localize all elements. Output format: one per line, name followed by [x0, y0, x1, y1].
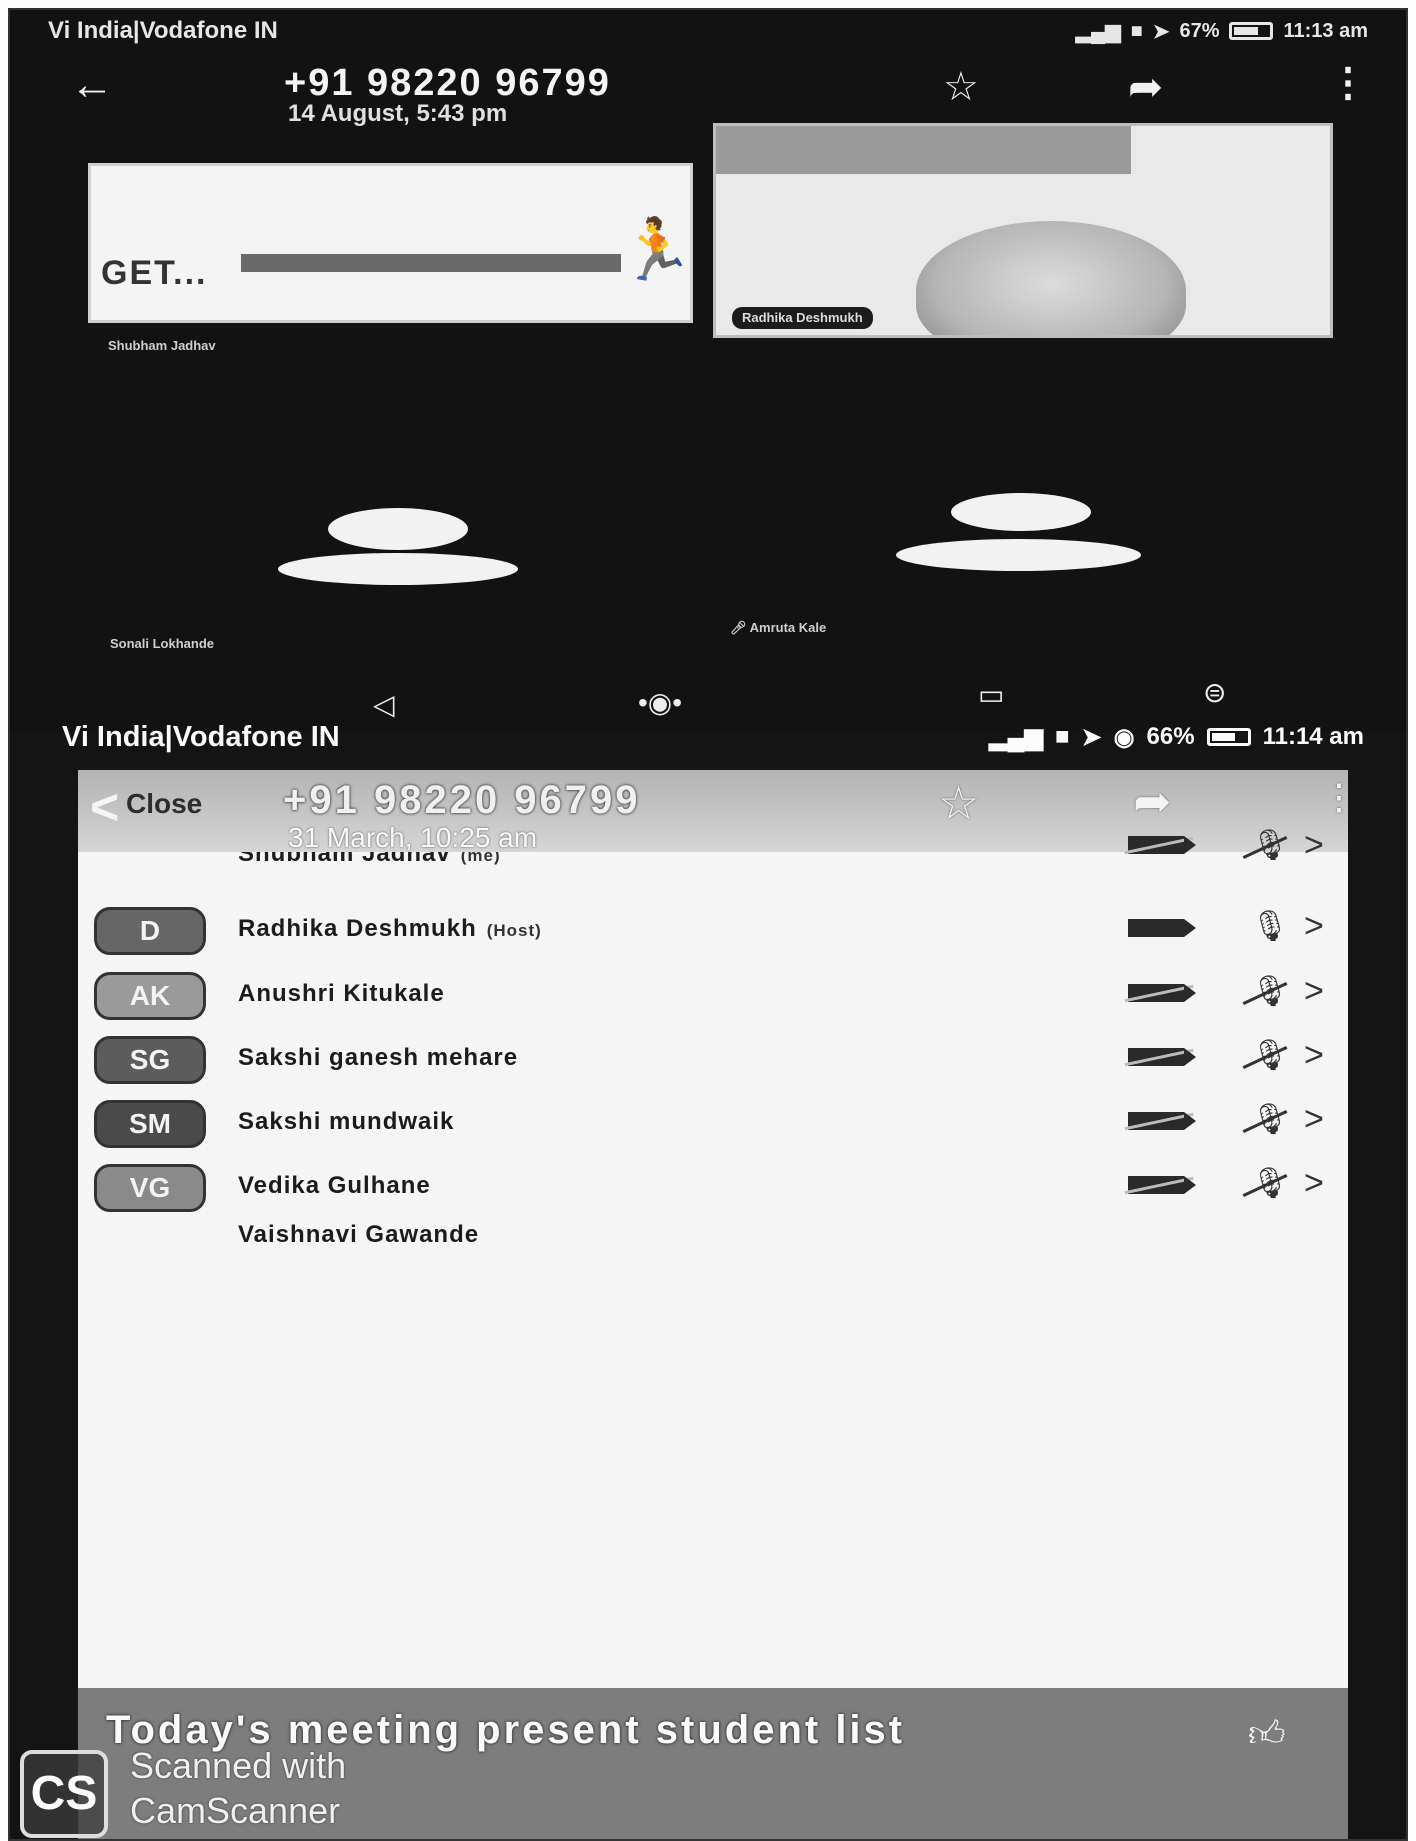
logo-bar — [241, 254, 621, 272]
participant-name: Radhika Deshmukh (Host) — [238, 915, 542, 942]
participant-name: Sakshi mundwaik — [238, 1108, 455, 1135]
participant-row[interactable]: AK Anushri Kitukale 🎙︎ > — [78, 972, 1348, 1030]
nav-home-icon[interactable]: •◉• — [638, 686, 682, 719]
watermark-line1: Scanned with — [130, 1745, 347, 1786]
video-call-screen: Vi India|Vodafone IN ▂▄▆ ■ ➤ 67% 11:13 a… — [8, 8, 1408, 733]
status-bar: Vi India|Vodafone IN ▂▄▆ ■ ➤ ◉ 66% 11:14… — [0, 720, 1416, 754]
avatar-head — [951, 493, 1091, 531]
avatar: SG — [94, 1036, 206, 1084]
chevron-right-icon[interactable]: > — [1304, 1036, 1324, 1075]
participant-name: Vedika Gulhane — [238, 1172, 431, 1199]
tile-name-radhika: Radhika Deshmukh — [732, 307, 873, 329]
status-icons: ▂▄▆ ■ ➤ 67% 11:13 am — [1076, 19, 1368, 44]
video-off-icon[interactable] — [1128, 1112, 1196, 1130]
share-arrow-icon[interactable]: ➦ — [1133, 774, 1172, 828]
battery-percent: 67% — [1179, 19, 1220, 42]
avatar-body — [896, 539, 1141, 571]
participant-row[interactable]: Vaishnavi Gawande — [78, 1213, 1348, 1271]
battery-icon — [1229, 22, 1274, 40]
mic-off-icon[interactable]: 🎙︎ — [1251, 1166, 1289, 1201]
tile-name-sonali: Sonali Lokhande — [110, 636, 215, 651]
mic-off-icon: 🎤︎ — [730, 620, 750, 635]
avatar: SM — [94, 1100, 206, 1148]
camscanner-logo: CS — [20, 1750, 108, 1838]
participant-row[interactable]: SM Sakshi mundwaik 🎙︎ > — [78, 1100, 1348, 1158]
watermark-line2: CamScanner — [130, 1790, 341, 1831]
chevron-right-icon[interactable]: > — [1304, 826, 1324, 865]
host-tag: (Host) — [486, 921, 542, 940]
video-off-icon[interactable] — [1128, 836, 1196, 854]
participant-row[interactable]: D Radhika Deshmukh (Host) 🎙︎ > — [78, 907, 1348, 965]
headset-icon: ◉ — [1113, 723, 1135, 751]
video-on-icon[interactable] — [1128, 919, 1196, 937]
clock: 11:14 am — [1262, 723, 1364, 750]
video-off-icon[interactable] — [1128, 1176, 1196, 1194]
avatar: AK — [94, 972, 206, 1020]
nav-recents-icon[interactable]: ▭ — [978, 678, 1004, 711]
mic-off-icon[interactable]: 🎙︎ — [1251, 1038, 1289, 1073]
avatar: VG — [94, 1164, 206, 1212]
nav-back-icon[interactable]: ◁ — [373, 688, 395, 721]
participant-name: Vaishnavi Gawande — [238, 1221, 480, 1248]
signal-icon: ▂▄▆ — [989, 723, 1043, 751]
telegram-icon: ➤ — [1081, 723, 1102, 751]
video-tile-radhika[interactable]: Radhika Deshmukh — [713, 123, 1333, 338]
carrier-label: Vi India|Vodafone IN — [62, 720, 340, 753]
mic-off-icon[interactable]: 🎙︎ — [1251, 1102, 1289, 1137]
thumbs-up-icon: 👍︎ — [1248, 1713, 1286, 1754]
avatar: D — [94, 907, 206, 955]
chevron-right-icon[interactable]: > — [1304, 907, 1324, 946]
kebab-menu-icon[interactable]: ⋮ — [1321, 776, 1348, 818]
video-off-icon[interactable] — [1128, 984, 1196, 1002]
carrier-label: Vi India|Vodafone IN — [48, 17, 278, 44]
star-icon[interactable]: ☆ — [943, 64, 979, 110]
scanned-page: Vi India|Vodafone IN ▂▄▆ ■ ➤ 67% 11:13 a… — [0, 0, 1416, 1841]
avatar-body — [278, 553, 518, 585]
participant-name: Anushri Kitukale — [238, 980, 445, 1007]
avatar-head — [328, 508, 468, 550]
call-header: ← +91 98220 96799 14 August, 5:43 pm ☆ ➦… — [8, 60, 1408, 127]
clock: 11:13 am — [1283, 19, 1368, 42]
participant-row[interactable]: SG Sakshi ganesh mehare 🎙︎ > — [78, 1036, 1348, 1094]
call-number: +91 98220 96799 — [283, 778, 641, 822]
call-date: 14 August, 5:43 pm — [288, 100, 508, 127]
tile-name-shubham: Shubham Jadhav — [108, 338, 216, 353]
battery-icon — [1206, 728, 1251, 746]
camera-background — [716, 126, 1131, 174]
chevron-right-icon[interactable]: > — [1304, 1100, 1324, 1139]
logo-text: GET... — [101, 254, 208, 292]
chevron-left-icon[interactable]: < — [90, 778, 119, 836]
video-tile-shubham[interactable]: GET... 🏃 — [88, 163, 694, 323]
participant-name: Shubham Jadhav (me) — [238, 852, 501, 868]
participant-face — [916, 221, 1186, 335]
arrow-left-icon[interactable]: ← — [70, 60, 114, 110]
chevron-right-icon[interactable]: > — [1304, 1164, 1324, 1203]
status-icons: ▂▄▆ ■ ➤ ◉ 66% 11:14 am — [989, 723, 1364, 752]
telegram-icon: ➤ — [1152, 20, 1170, 43]
battery-percent: 66% — [1146, 723, 1195, 750]
call-number: +91 98220 96799 — [284, 62, 611, 104]
signal-icon: ▂▄▆ — [1075, 20, 1121, 43]
runner-logo-icon: 🏃 — [619, 216, 694, 283]
tile-name-amruta: 🎤︎ Amruta Kale — [730, 620, 827, 635]
video-status-icon: ■ — [1130, 19, 1143, 42]
participants-panel: < Close +91 98220 96799 31 March, 10:25 … — [78, 770, 1348, 1841]
participant-row[interactable]: Shubham Jadhav (me) — [78, 852, 1348, 874]
call-date: 31 March, 10:25 am — [288, 822, 538, 853]
status-bar: Vi India|Vodafone IN ▂▄▆ ■ ➤ 67% 11:13 a… — [8, 14, 1408, 48]
chevron-right-icon[interactable]: > — [1304, 972, 1324, 1011]
me-tag: (me) — [460, 852, 501, 865]
mic-off-icon[interactable]: 🎙︎ — [1251, 828, 1289, 863]
nav-assistant-icon[interactable]: ⊜ — [1203, 676, 1226, 709]
video-off-icon[interactable] — [1128, 1048, 1196, 1066]
video-status-icon: ■ — [1054, 723, 1070, 750]
mic-off-icon[interactable]: 🎙︎ — [1251, 974, 1289, 1009]
share-arrow-icon[interactable]: ➦ — [1128, 62, 1163, 111]
mic-icon[interactable]: 🎙︎ — [1251, 909, 1289, 944]
participant-name: Sakshi ganesh mehare — [238, 1044, 519, 1071]
kebab-menu-icon[interactable]: ⋮ — [1328, 60, 1368, 106]
close-button[interactable]: Close — [126, 788, 202, 820]
star-icon[interactable]: ☆ — [938, 776, 979, 830]
